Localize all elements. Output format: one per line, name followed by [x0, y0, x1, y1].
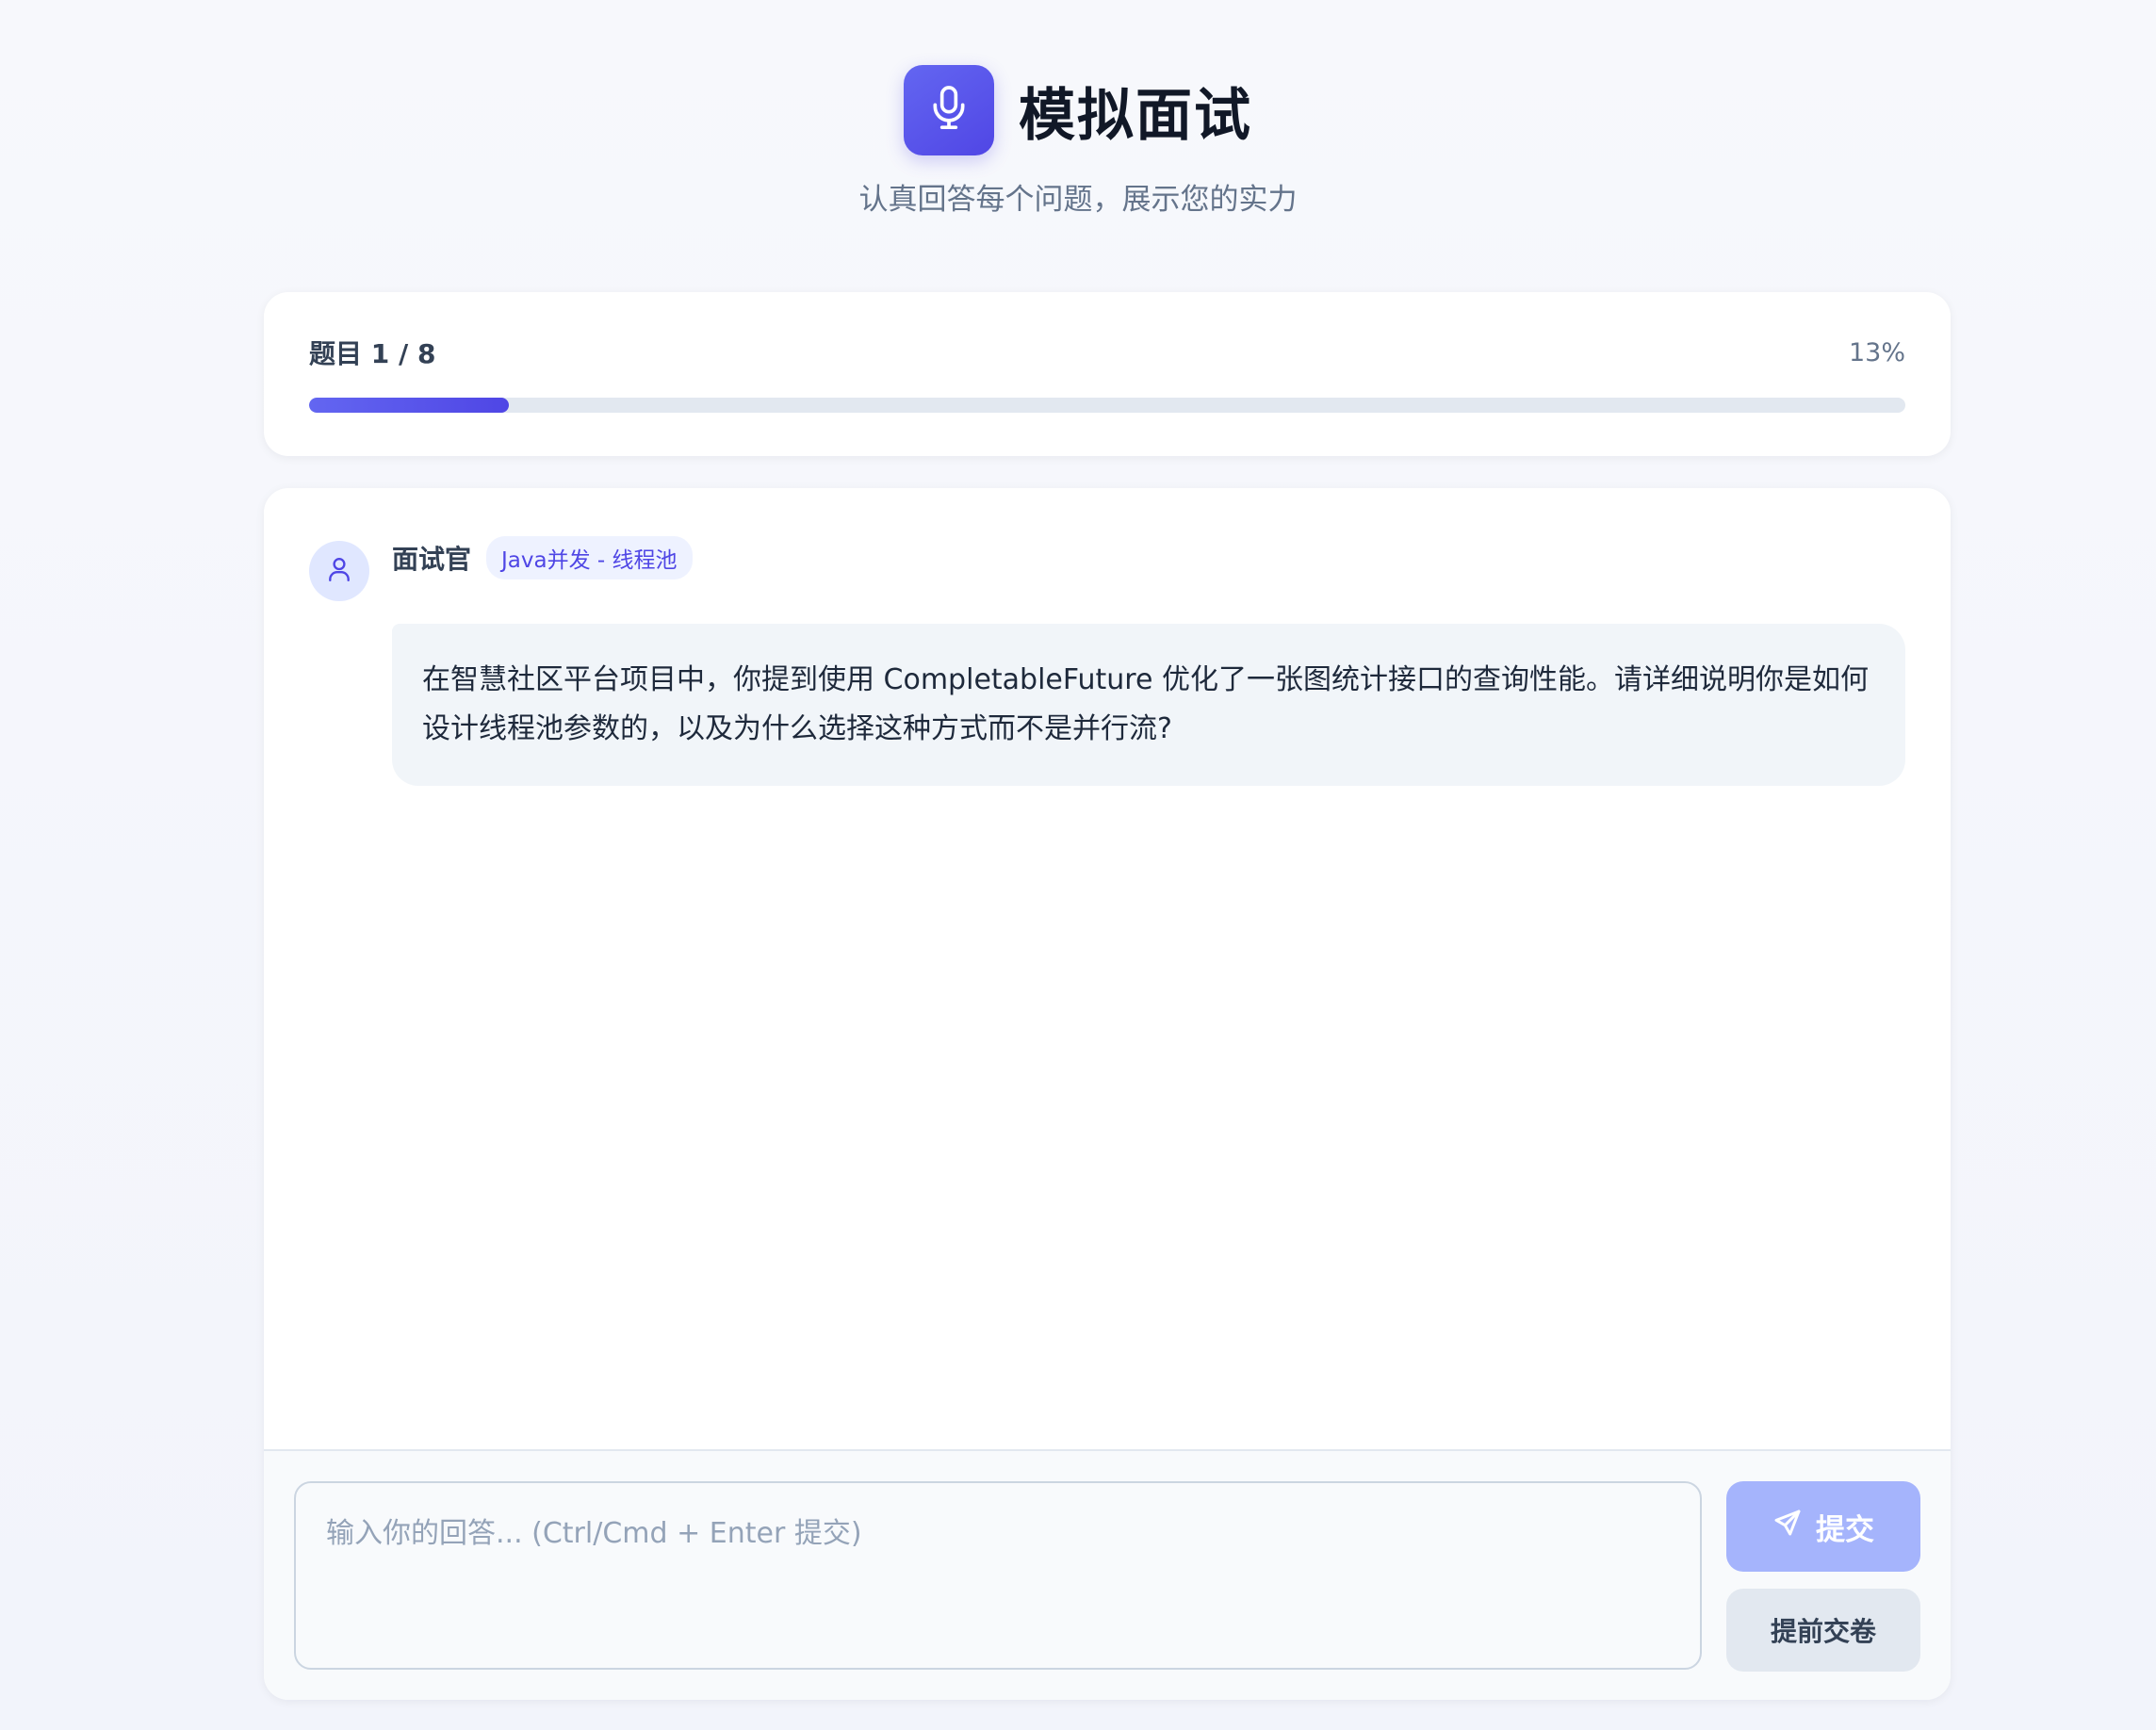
page-header: 模拟面试 认真回答每个问题，展示您的实力 [0, 64, 2156, 218]
progress-bar [309, 398, 1905, 413]
user-icon [327, 556, 351, 586]
submit-label: 提交 [1816, 1512, 1874, 1547]
avatar [309, 541, 369, 601]
chat-panel: 面试官 Java并发 - 线程池 在智慧社区平台项目中，你提到使用 Comple… [264, 488, 1951, 1700]
answer-input[interactable] [294, 1481, 1702, 1670]
submit-button[interactable]: 提交 [1726, 1481, 1920, 1572]
logo [904, 65, 994, 155]
topic-tag: Java并发 - 线程池 [486, 536, 693, 579]
page-title: 模拟面试 [1019, 82, 1252, 149]
message-header: 面试官 Java并发 - 线程池 [392, 536, 693, 579]
progress-percent: 13% [1848, 337, 1905, 367]
question-bubble: 在智慧社区平台项目中，你提到使用 CompletableFuture 优化了一张… [392, 624, 1905, 786]
microphone-icon [928, 84, 970, 137]
answer-area: 提交 提前交卷 [264, 1449, 1951, 1700]
question-counter: 题目 1 / 8 [309, 338, 436, 369]
send-icon [1772, 1508, 1803, 1545]
sender-name: 面试官 [392, 544, 472, 575]
title-row: 模拟面试 [0, 64, 2156, 156]
progress-card: 题目 1 / 8 13% [264, 292, 1951, 456]
progress-header: 题目 1 / 8 13% [309, 335, 1905, 370]
progress-bar-fill [309, 398, 509, 413]
page-subtitle: 认真回答每个问题，展示您的实力 [858, 183, 1298, 217]
early-submit-button[interactable]: 提前交卷 [1726, 1589, 1920, 1672]
